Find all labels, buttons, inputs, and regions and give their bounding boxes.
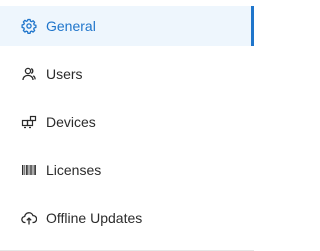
sidebar-item-label: General — [46, 18, 96, 34]
settings-sidebar: General Users Devices Licenses Offline U… — [0, 0, 254, 251]
gear-icon — [21, 18, 37, 34]
sidebar-item-users[interactable]: Users — [0, 54, 254, 94]
sidebar-item-licenses[interactable]: Licenses — [0, 150, 254, 190]
sidebar-item-devices[interactable]: Devices — [0, 102, 254, 142]
devices-icon — [21, 114, 37, 130]
sidebar-item-label: Offline Updates — [46, 210, 143, 226]
users-icon — [21, 66, 37, 82]
sidebar-item-general[interactable]: General — [0, 6, 254, 46]
sidebar-item-label: Licenses — [46, 162, 102, 178]
barcode-icon — [21, 162, 37, 178]
sidebar-item-label: Users — [46, 66, 83, 82]
sidebar-item-offline-updates[interactable]: Offline Updates — [0, 198, 254, 238]
sidebar-item-label: Devices — [46, 114, 96, 130]
cloud-upload-icon — [21, 210, 37, 226]
